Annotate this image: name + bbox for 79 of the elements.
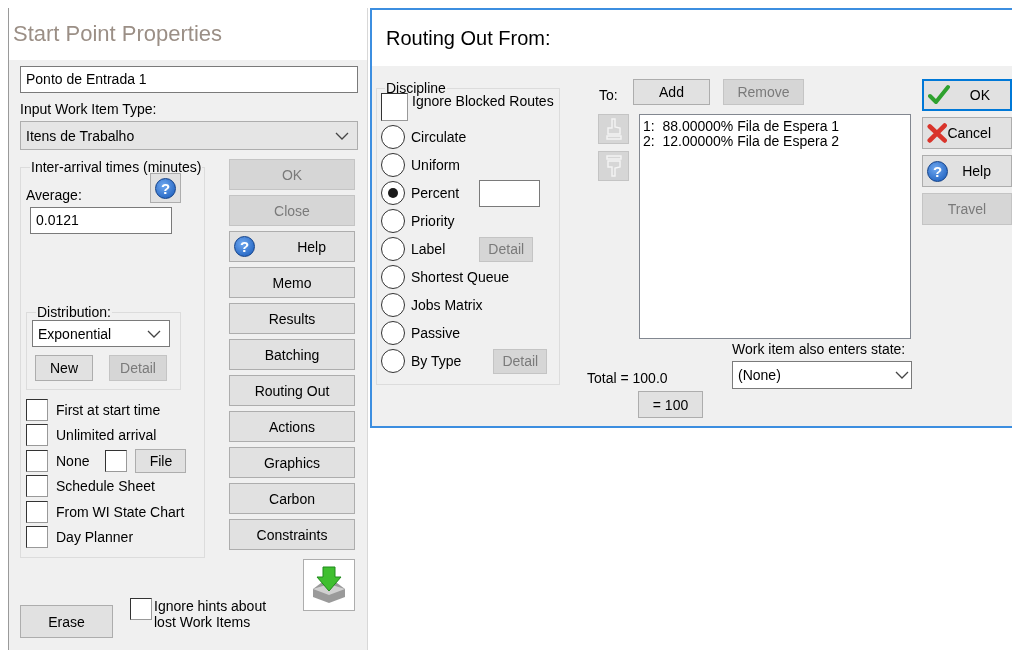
pointing-hand-icon (604, 155, 623, 177)
checkbox[interactable] (26, 398, 48, 421)
checkbox[interactable] (105, 449, 128, 472)
name-field[interactable]: Ponto de Entrada 1 (20, 66, 358, 93)
list-item[interactable]: 2: 12.00000% Fila de Espera 2 (643, 134, 907, 149)
radio-button[interactable] (381, 209, 405, 233)
checkbox-label: Ignore hints about lost Work Items (154, 598, 268, 630)
download-button[interactable] (303, 559, 355, 611)
button[interactable]: New (35, 355, 93, 381)
erase-button[interactable]: Erase (20, 605, 113, 638)
button[interactable]: OK (922, 79, 1012, 111)
radio-button[interactable] (381, 125, 405, 149)
group-label: Discipline (385, 80, 446, 96)
help-icon: ? (234, 236, 255, 257)
dropdown-value: Itens de Trabalho (26, 127, 135, 144)
radio-label: Uniform (411, 157, 460, 173)
radio-label: Priority (411, 213, 455, 229)
button[interactable]: Cancel (922, 117, 1012, 149)
checkbox[interactable] (26, 424, 48, 447)
button[interactable]: Batching (229, 339, 355, 370)
cross-icon (927, 122, 948, 144)
total-label: Total = 100.0 (587, 370, 669, 386)
radio-button[interactable] (381, 293, 405, 317)
checkmark-icon (928, 84, 950, 106)
field-label: Average: (26, 187, 82, 203)
field-label: Work item also enters state: (732, 341, 907, 357)
checkbox[interactable] (26, 500, 48, 523)
radio-button[interactable] (381, 349, 405, 373)
average-field[interactable]: 0.0121 (30, 207, 172, 234)
add-button[interactable]: Add (633, 79, 710, 105)
checkbox[interactable] (26, 526, 48, 549)
radio-label: Shortest Queue (411, 269, 510, 285)
radio-button[interactable] (381, 181, 405, 205)
radio-button[interactable] (381, 153, 405, 177)
checkbox-label: None (56, 452, 90, 469)
group-label: Inter-arrival times (minutes) (30, 159, 203, 175)
type-dropdown[interactable]: Itens de Trabalho (20, 121, 358, 150)
radio-button[interactable] (381, 265, 405, 289)
checkbox-label: Schedule Sheet (56, 478, 155, 495)
radio-button[interactable] (381, 237, 405, 261)
button[interactable]: Routing Out (229, 375, 355, 406)
distribution-dropdown[interactable]: Exponential (32, 320, 170, 347)
checkbox[interactable] (26, 449, 48, 472)
pointing-hand-icon (604, 118, 623, 140)
checkbox-label: From WI State Chart (56, 503, 185, 520)
radio-label: Jobs Matrix (411, 297, 483, 313)
list-item[interactable]: 1: 88.00000% Fila de Espera 1 (643, 119, 907, 134)
dropdown-value: Exponential (38, 325, 112, 342)
checkbox[interactable] (26, 475, 48, 498)
checkbox[interactable] (130, 598, 152, 620)
button[interactable]: Results (229, 303, 355, 334)
button[interactable]: Constraints (229, 519, 355, 550)
button[interactable]: Memo (229, 267, 355, 298)
radio-label: Label (411, 241, 446, 257)
route-list[interactable]: 1: 88.00000% Fila de Espera 1 2: 12.00000% Fila de Espera 2 (639, 114, 911, 339)
button[interactable]: Graphics (229, 447, 355, 478)
radio-label: By Type (411, 353, 462, 369)
field-label: Input Work Item Type: (20, 101, 158, 117)
checkbox-label: Unlimited arrival (56, 427, 157, 444)
checkbox-label: First at start time (56, 401, 161, 418)
button[interactable]: ? Help (922, 155, 1012, 187)
dropdown-value: (None) (738, 367, 781, 383)
radio-label: Circulate (411, 129, 467, 145)
radio-label: Percent (411, 185, 460, 201)
button[interactable]: Actions (229, 411, 355, 442)
state-dropdown[interactable]: (None) (732, 361, 912, 389)
file-button[interactable]: File (135, 448, 187, 473)
window-title: Start Point Properties (13, 21, 223, 47)
checkbox-label: Day Planner (56, 529, 134, 546)
to-label: To: (598, 87, 619, 103)
button[interactable]: ? Help (229, 231, 355, 262)
radio-label: Passive (411, 325, 461, 341)
help-icon: ? (927, 160, 948, 182)
radio-button[interactable] (381, 321, 405, 345)
group-label: Distribution: (36, 304, 112, 320)
button[interactable]: Carbon (229, 483, 355, 514)
percent-field[interactable] (479, 179, 541, 207)
equalize-button[interactable]: = 100 (638, 391, 703, 418)
window-title: Routing Out From: (386, 26, 551, 50)
